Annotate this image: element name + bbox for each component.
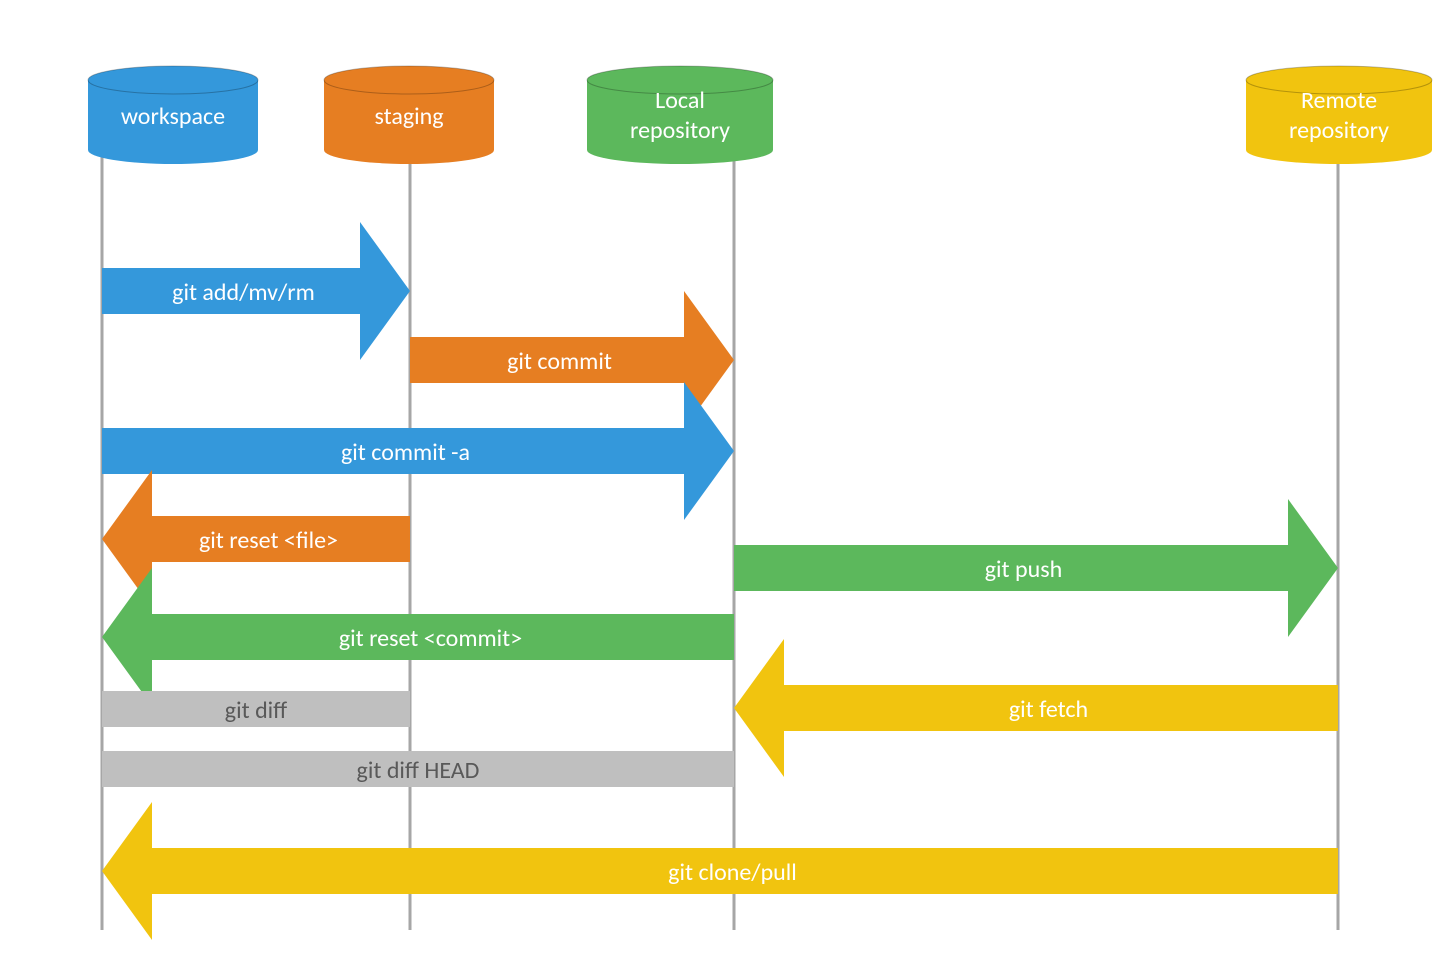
repo-remote: Remoterepository bbox=[1246, 66, 1432, 164]
repo-workspace: workspace bbox=[88, 66, 258, 164]
bar-git-diff: git diff bbox=[102, 691, 410, 727]
arrow-git-fetch: git fetch bbox=[734, 639, 1338, 777]
arrow-label-git-commit-a: git commit -a bbox=[341, 438, 470, 467]
repo-label-workspace: workspace bbox=[121, 102, 225, 131]
arrow-git-clone-pull: git clone/pull bbox=[102, 802, 1338, 940]
repo-label-remote-2: repository bbox=[1289, 116, 1389, 145]
repo-local: Localrepository bbox=[587, 66, 773, 164]
arrow-label-git-clone-pull: git clone/pull bbox=[668, 858, 797, 887]
arrow-git-add: git add/mv/rm bbox=[102, 222, 410, 360]
arrow-git-reset-commit: git reset <commit> bbox=[102, 568, 734, 706]
arrow-label-git-push: git push bbox=[985, 555, 1062, 584]
repo-label-remote-1: Remote bbox=[1301, 86, 1377, 115]
repo-label-staging: staging bbox=[374, 102, 443, 131]
arrow-label-git-add: git add/mv/rm bbox=[172, 278, 315, 307]
bar-label-git-diff: git diff bbox=[225, 696, 287, 725]
git-workflow-diagram: workspacestagingLocalrepositoryRemoterep… bbox=[0, 0, 1450, 969]
arrow-label-git-commit: git commit bbox=[507, 347, 612, 376]
bar-git-diff-head: git diff HEAD bbox=[102, 751, 734, 787]
repo-label-local-1: Local bbox=[655, 86, 705, 115]
repo-label-local-2: repository bbox=[630, 116, 730, 145]
arrow-label-git-reset-file: git reset <file> bbox=[199, 526, 338, 555]
arrow-label-git-reset-commit: git reset <commit> bbox=[339, 624, 522, 653]
bar-label-git-diff-head: git diff HEAD bbox=[357, 756, 480, 785]
repo-staging: staging bbox=[324, 66, 494, 164]
arrow-git-commit-a: git commit -a bbox=[102, 382, 734, 520]
arrow-git-push: git push bbox=[734, 499, 1338, 637]
arrow-label-git-fetch: git fetch bbox=[1009, 695, 1088, 724]
